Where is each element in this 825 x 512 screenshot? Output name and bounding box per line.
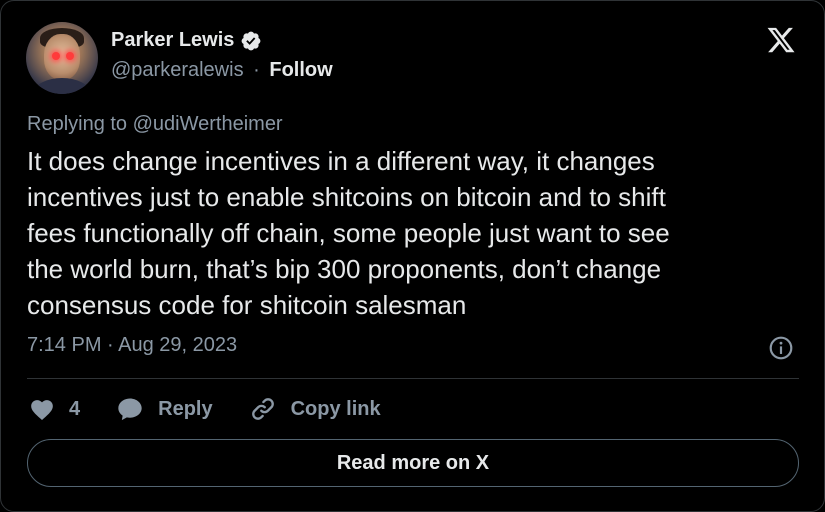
author-handle-row: @parkeralewis · Follow [111, 59, 333, 82]
avatar-face [44, 34, 80, 80]
like-button[interactable]: 4 [29, 397, 80, 421]
tweet-text-line: incentives just to enable shitcoins on b… [27, 182, 666, 212]
tweet-text: It does change incentives in a different… [27, 143, 797, 323]
author-name-row[interactable]: Parker Lewis [111, 29, 262, 52]
avatar-eye-right [66, 52, 74, 60]
replying-to[interactable]: Replying to @udiWertheimer [27, 113, 283, 136]
verified-badge-icon [240, 30, 262, 52]
tweet-text-line: the world burn, that’s bip 300 proponent… [27, 254, 662, 284]
x-logo-icon[interactable] [766, 25, 796, 55]
tweet-timestamp[interactable]: 7:14 PM · Aug 29, 2023 [27, 334, 237, 357]
avatar-eye-left [52, 52, 60, 60]
divider [27, 378, 799, 379]
read-more-button[interactable]: Read more on X [27, 439, 799, 487]
tweet-text-line: It does change incentives in a different… [27, 146, 655, 176]
avatar-body [34, 78, 90, 94]
read-more-label: Read more on X [336, 451, 490, 474]
copy-link-button[interactable]: Copy link [249, 395, 381, 423]
follow-button[interactable]: Follow [269, 59, 332, 81]
avatar[interactable] [26, 22, 98, 94]
tweet-card: Parker Lewis @parkeralewis · Follow Repl… [0, 0, 825, 512]
tweet-text-line: fees functionally off chain, some people… [27, 218, 670, 248]
reply-button[interactable]: Reply [116, 396, 213, 422]
tweet-text-line: consensus code for shitcoin salesman [27, 290, 467, 320]
info-icon[interactable] [768, 335, 794, 361]
like-count: 4 [69, 397, 81, 420]
author-handle[interactable]: @parkeralewis [111, 59, 244, 81]
author-name[interactable]: Parker Lewis [111, 29, 234, 52]
heart-icon [31, 400, 53, 421]
link-icon [251, 398, 274, 420]
handle-separator: · [253, 59, 260, 81]
copy-link-label: Copy link [290, 397, 381, 420]
reply-label: Reply [158, 397, 213, 420]
action-bar: 4 Reply Copy link [29, 395, 417, 423]
speech-bubble-icon [118, 398, 142, 421]
